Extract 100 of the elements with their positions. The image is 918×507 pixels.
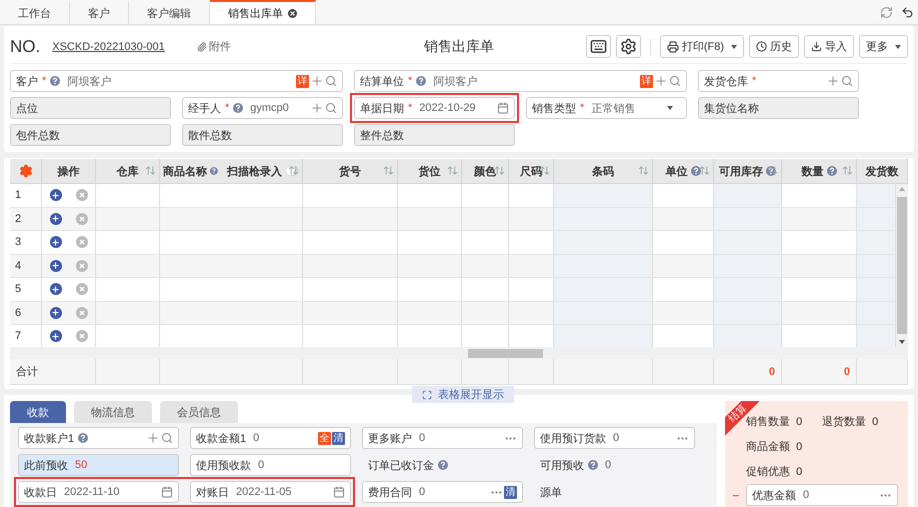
- add-row-icon[interactable]: [50, 189, 62, 202]
- field-label: 优惠金额: [752, 488, 796, 502]
- menu-button[interactable]: 更多: [859, 35, 908, 58]
- form-field[interactable]: 更多账户 0: [362, 427, 523, 449]
- delete-row-icon[interactable]: [76, 283, 88, 296]
- delete-row-icon[interactable]: [76, 212, 88, 225]
- form-title: 销售出库单: [424, 38, 494, 56]
- table-cell: [509, 302, 554, 325]
- form-field[interactable]: 客户 * 阿坝客户 详: [10, 70, 343, 92]
- field-value: gymcp0: [250, 102, 289, 114]
- delete-row-icon[interactable]: [76, 189, 88, 202]
- tab[interactable]: 销售出库单: [210, 0, 316, 24]
- search-icon[interactable]: [325, 102, 337, 114]
- calendar-icon[interactable]: [333, 486, 345, 498]
- table-cell: [462, 254, 509, 278]
- add-icon[interactable]: [146, 431, 160, 445]
- form-field[interactable]: 使用预收款 0: [190, 454, 351, 476]
- expand-table-button[interactable]: 表格展开显示: [412, 386, 514, 403]
- form-field[interactable]: 结算单位 * 阿坝客户 详: [354, 70, 687, 92]
- table-cell: [653, 231, 714, 254]
- summary-item: 销售数量 0: [746, 416, 804, 429]
- delete-row-icon[interactable]: [76, 306, 88, 319]
- add-row-icon[interactable]: [50, 330, 62, 342]
- field-label: 收款金额1: [196, 432, 246, 446]
- add-row-icon[interactable]: [50, 283, 62, 296]
- field-value: 0: [419, 486, 426, 498]
- table-cell: [509, 278, 554, 302]
- field-value: 2022-10-29: [419, 102, 476, 114]
- field-value: 2022-11-10: [64, 486, 120, 498]
- form-field[interactable]: 对账日 2022-11-05: [190, 481, 351, 503]
- add-icon[interactable]: [826, 74, 840, 88]
- toolbar-button[interactable]: 历史: [749, 35, 799, 58]
- field-value: 0: [419, 432, 426, 444]
- vertical-scrollbar[interactable]: [896, 184, 908, 347]
- undo-icon[interactable]: [901, 6, 914, 18]
- add-row-icon[interactable]: [50, 306, 62, 319]
- document-number-link[interactable]: XSCKD-20221030-001: [52, 40, 165, 52]
- form-field[interactable]: 经手人 * gymcp0: [182, 97, 343, 119]
- field-value: 0: [613, 432, 620, 444]
- horizontal-scrollbar[interactable]: [10, 347, 908, 359]
- search-icon[interactable]: [325, 75, 337, 87]
- form-field[interactable]: 销售类型 * 正常销售: [526, 97, 687, 119]
- add-icon[interactable]: [310, 74, 324, 88]
- settings-icon[interactable]: [18, 164, 32, 178]
- search-icon[interactable]: [161, 432, 173, 444]
- calendar-icon[interactable]: [161, 486, 173, 498]
- delete-row-icon[interactable]: [76, 236, 88, 248]
- form-field[interactable]: 发货仓库 *: [698, 70, 859, 92]
- form-field[interactable]: 单据日期 * 2022-10-29: [354, 97, 515, 119]
- tab[interactable]: 物流信息: [74, 401, 152, 423]
- caret-icon: [731, 44, 737, 48]
- column-label: 仓库: [116, 164, 138, 178]
- field-label: 包件总数: [16, 128, 60, 142]
- scroll-down-icon[interactable]: [899, 340, 905, 344]
- required-mark: *: [408, 102, 412, 114]
- field-value: 阿坝客户: [67, 74, 112, 88]
- toolbar-button[interactable]: 导入: [804, 35, 854, 58]
- attachment-link[interactable]: 附件: [196, 39, 231, 54]
- delete-row-icon[interactable]: [76, 330, 88, 342]
- total-cell: [509, 359, 554, 385]
- column-label: 操作: [58, 164, 80, 178]
- search-icon[interactable]: [669, 75, 681, 87]
- calendar-icon[interactable]: [497, 102, 509, 114]
- tab[interactable]: 收款: [10, 401, 66, 423]
- delete-row-icon[interactable]: [76, 260, 88, 272]
- table-cell: [653, 254, 714, 278]
- search-icon[interactable]: [841, 75, 853, 87]
- add-icon[interactable]: [310, 101, 324, 115]
- table-cell: [509, 254, 554, 278]
- form-field[interactable]: 收款日 2022-11-10: [18, 481, 179, 503]
- close-icon[interactable]: [288, 8, 297, 18]
- row-number: 6: [10, 302, 42, 325]
- detail-badge[interactable]: 清: [332, 432, 345, 444]
- add-row-icon[interactable]: [50, 260, 62, 272]
- add-row-icon[interactable]: [50, 236, 62, 248]
- keyboard-icon: [590, 38, 607, 55]
- keyboard-button[interactable]: [586, 35, 611, 58]
- scroll-up-icon[interactable]: [899, 187, 905, 191]
- detail-badge[interactable]: 清: [504, 486, 517, 498]
- settings-button[interactable]: [616, 35, 641, 58]
- menu-button[interactable]: 打印(F8): [660, 35, 744, 58]
- table-cell: [398, 278, 462, 302]
- add-icon[interactable]: [654, 74, 668, 88]
- form-field[interactable]: 收款账户1: [18, 427, 179, 449]
- field-value: 50: [75, 459, 88, 471]
- form-field[interactable]: 使用预订货款 0: [534, 427, 695, 449]
- table-cell: [653, 302, 714, 325]
- clock-icon: [756, 41, 767, 52]
- sort-icon[interactable]: [494, 165, 505, 176]
- form-field[interactable]: 收款金额1 0 全 清: [190, 427, 351, 449]
- caret-icon[interactable]: [667, 106, 673, 110]
- refresh-icon[interactable]: [880, 6, 893, 18]
- column-label: 尺码: [520, 164, 542, 178]
- total-cell: [398, 359, 462, 385]
- field-label: 此前预收: [24, 458, 68, 472]
- tab[interactable]: 会员信息: [160, 401, 238, 423]
- form-field[interactable]: 费用合同 0 清: [362, 481, 523, 503]
- total-cell: 0: [714, 359, 782, 385]
- field-label: 点位: [16, 102, 38, 116]
- add-row-icon[interactable]: [50, 212, 62, 225]
